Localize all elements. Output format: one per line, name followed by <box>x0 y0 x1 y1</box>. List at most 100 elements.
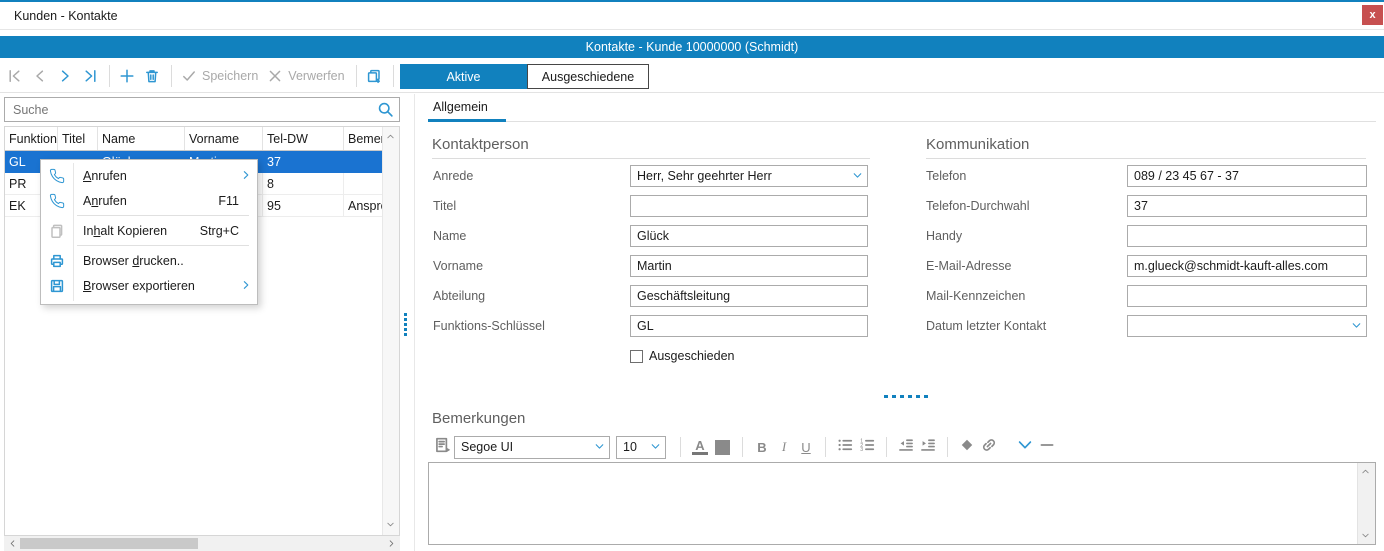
bemerkungen-textarea[interactable] <box>428 462 1376 545</box>
panel-splitter[interactable] <box>414 94 415 551</box>
scroll-left-icon[interactable] <box>8 539 17 548</box>
field-handy[interactable] <box>1127 225 1367 247</box>
bullet-list-icon[interactable] <box>836 436 854 459</box>
field-mail-kennzeichen[interactable] <box>1127 285 1367 307</box>
ausgeschieden-checkbox[interactable] <box>630 350 643 363</box>
field-datum-letzter-kontakt[interactable] <box>1127 315 1367 337</box>
scroll-right-icon[interactable] <box>387 539 396 548</box>
tab-ausgeschiedene[interactable]: Ausgeschiedene <box>527 64 649 89</box>
underline-button[interactable]: U <box>795 440 817 455</box>
column-header-tel-dw[interactable]: Tel-DW <box>263 127 344 150</box>
menu-item-anrufen[interactable]: AnrufenF11 <box>41 188 257 213</box>
font-color-button[interactable]: A <box>692 439 708 456</box>
last-record-button[interactable] <box>82 68 98 84</box>
save-icon <box>41 278 73 294</box>
first-record-button[interactable] <box>7 68 23 84</box>
toolbar-separator <box>886 437 887 457</box>
scroll-down-icon[interactable] <box>386 520 395 529</box>
record-header-title: Kontakte - Kunde 10000000 (Schmidt) <box>586 40 799 54</box>
form-row: AnredeHerr, Sehr geehrter Herr <box>433 165 868 187</box>
menu-item-anrufen[interactable]: Anrufen <box>41 163 257 188</box>
scroll-up-icon[interactable] <box>386 132 395 141</box>
tab-allgemein[interactable]: Allgemein <box>433 100 488 114</box>
chevron-down-icon[interactable] <box>1016 436 1034 459</box>
outdent-icon[interactable] <box>897 436 915 459</box>
link-icon[interactable] <box>980 436 998 459</box>
form-row: VornameMartin <box>433 255 868 277</box>
column-header-vorname[interactable]: Vorname <box>185 127 263 150</box>
column-header-bemer[interactable]: Bemer <box>344 127 383 150</box>
field-telefon-durchwahl[interactable]: 37 <box>1127 195 1367 217</box>
menu-shortcut: Strg+C <box>200 224 257 238</box>
field-e-mail-adresse[interactable]: m.glueck@schmidt-kauft-alles.com <box>1127 255 1367 277</box>
form-row: Mail-Kennzeichen <box>926 285 1367 307</box>
toolbar-separator <box>680 437 681 457</box>
discard-button[interactable]: Verwerfen <box>267 68 344 84</box>
column-header-titel[interactable]: Titel <box>58 127 98 150</box>
search-icon[interactable] <box>377 101 394 118</box>
menu-separator <box>77 215 249 216</box>
field-titel[interactable] <box>630 195 868 217</box>
previous-record-button[interactable] <box>32 68 48 84</box>
form-row: Telefon089 / 23 45 67 - 37 <box>926 165 1367 187</box>
field-abteilung[interactable]: Geschäftsleitung <box>630 285 868 307</box>
menu-item-browser-exportieren[interactable]: Browser exportieren <box>41 273 257 298</box>
save-button[interactable]: Speichern <box>181 68 258 84</box>
field-funktions-schlüssel[interactable]: GL <box>630 315 868 337</box>
indent-icon[interactable] <box>919 436 937 459</box>
table-vertical-scrollbar[interactable] <box>382 127 399 535</box>
field-name[interactable]: Glück <box>630 225 868 247</box>
add-record-button[interactable] <box>119 68 135 84</box>
vertical-splitter-handle[interactable] <box>404 313 407 336</box>
svg-text:3: 3 <box>860 447 863 453</box>
toolbar-separator <box>171 65 172 87</box>
menu-separator <box>77 245 249 246</box>
highlight-color-button[interactable] <box>715 440 730 455</box>
column-header-name[interactable]: Name <box>98 127 185 150</box>
submenu-chevron-icon <box>240 279 252 291</box>
dash-icon[interactable] <box>1038 436 1056 459</box>
menu-item-inhalt-kopieren[interactable]: Inhalt KopierenStrg+C <box>41 218 257 243</box>
field-value: Glück <box>637 229 669 243</box>
italic-button[interactable]: I <box>773 439 795 455</box>
table-horizontal-scrollbar[interactable] <box>4 536 400 551</box>
field-vorname[interactable]: Martin <box>630 255 868 277</box>
diamond-icon[interactable] <box>958 436 976 459</box>
field-label-name: Name <box>433 229 630 243</box>
kommunikation-fields: Telefon089 / 23 45 67 - 37 Telefon-Durchw… <box>926 165 1367 345</box>
field-label-datum-letzter-kontakt: Datum letzter Kontakt <box>926 319 1127 333</box>
field-anrede[interactable]: Herr, Sehr geehrter Herr <box>630 165 868 187</box>
menu-item-browser-drucken[interactable]: Browser drucken.. <box>41 248 257 273</box>
search-input[interactable] <box>5 98 383 121</box>
delete-record-button[interactable] <box>144 68 160 84</box>
first-record-icon <box>7 68 23 84</box>
form-row: Telefon-Durchwahl37 <box>926 195 1367 217</box>
scrollbar-thumb[interactable] <box>20 538 198 549</box>
textarea-scrollbar[interactable] <box>1357 463 1375 544</box>
column-header-funktion[interactable]: Funktion <box>5 127 58 150</box>
horizontal-splitter-handle[interactable] <box>884 395 928 398</box>
close-button[interactable]: x <box>1362 5 1383 25</box>
numbered-list-icon[interactable]: 123 <box>858 436 876 459</box>
form-row: AbteilungGeschäftsleitung <box>433 285 868 307</box>
chevron-left-icon <box>32 68 48 84</box>
font-name-select[interactable]: Segoe UI <box>454 436 610 459</box>
font-size-select[interactable]: 10 <box>616 436 666 459</box>
field-telefon[interactable]: 089 / 23 45 67 - 37 <box>1127 165 1367 187</box>
form-row: Funktions-SchlüsselGL <box>433 315 868 337</box>
next-record-button[interactable] <box>57 68 73 84</box>
tab-aktive[interactable]: Aktive <box>400 64 527 89</box>
context-menu-items: Anrufen AnrufenF11 Inhalt KopierenStrg+C Br… <box>41 163 257 298</box>
field-label-telefon-durchwahl: Telefon-Durchwahl <box>926 199 1127 213</box>
scroll-down-icon[interactable] <box>1361 531 1370 540</box>
bold-button[interactable]: B <box>751 440 773 455</box>
last-record-icon <box>82 68 98 84</box>
scroll-up-icon[interactable] <box>1361 467 1370 476</box>
menu-item-label: Anrufen <box>83 169 127 183</box>
copy-record-button[interactable] <box>366 68 382 84</box>
ausgeschieden-checkbox-row: Ausgeschieden <box>630 349 734 363</box>
text-module-icon[interactable] <box>434 436 452 459</box>
field-label-abteilung: Abteilung <box>433 289 630 303</box>
table-cell <box>344 151 383 172</box>
window-title: Kunden - Kontakte <box>14 9 118 23</box>
